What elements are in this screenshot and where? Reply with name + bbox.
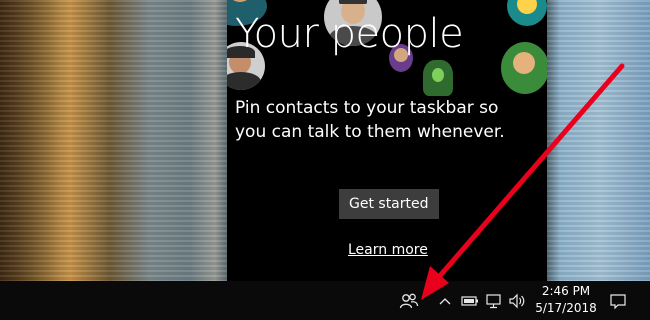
- chevron-up-icon[interactable]: [437, 281, 453, 320]
- system-clock[interactable]: 2:46 PM 5/17/2018: [530, 283, 602, 317]
- taskbar: 2:46 PM 5/17/2018: [0, 281, 650, 320]
- people-icon[interactable]: [397, 281, 421, 320]
- contact-avatar-green: [501, 42, 547, 94]
- panel-description: Pin contacts to your taskbar so you can …: [235, 98, 505, 142]
- learn-more-link[interactable]: Learn more: [348, 242, 428, 258]
- battery-icon[interactable]: [460, 281, 480, 320]
- people-flyout-panel: Your people Pin contacts to your taskbar…: [227, 0, 547, 281]
- get-started-button[interactable]: Get started: [339, 189, 439, 219]
- contact-avatar-teal: [507, 0, 547, 26]
- network-icon[interactable]: [484, 281, 504, 320]
- clock-date: 5/17/2018: [535, 301, 597, 315]
- volume-icon[interactable]: [507, 281, 527, 320]
- clock-time: 2:46 PM: [541, 284, 591, 298]
- action-center-icon[interactable]: [606, 281, 630, 320]
- panel-title: Your people: [235, 11, 464, 57]
- contact-avatar-squid: [423, 60, 453, 96]
